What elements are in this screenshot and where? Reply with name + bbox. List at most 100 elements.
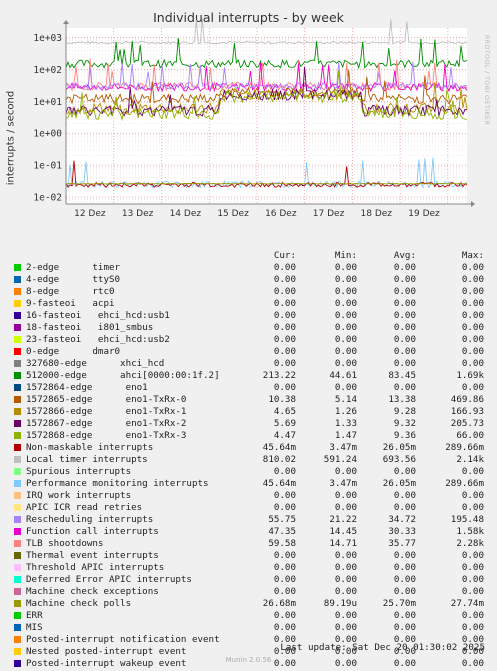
legend-header-cur: Cur: xyxy=(273,250,296,261)
legend-cur-value: 0.00 xyxy=(273,490,296,501)
legend-cur-value: 0.00 xyxy=(273,274,296,285)
legend-series-name: 4-edge ttyS0 xyxy=(26,274,121,285)
legend-avg-value: 693.56 xyxy=(382,454,416,465)
legend-row: Machine check exceptions 0.00 0.00 0.00 0.00 xyxy=(0,586,497,598)
legend-max-value: 0.00 xyxy=(461,610,484,621)
legend-series-name: 16-fasteoi ehci_hcd:usb1 xyxy=(26,310,170,321)
legend-swatch xyxy=(14,420,21,427)
legend-swatch xyxy=(14,444,21,451)
legend-row: TLB shootdowns 59.58 14.71 35.77 2.28k xyxy=(0,538,497,550)
legend-max-value: 0.00 xyxy=(461,310,484,321)
legend-max-value: 289.66m xyxy=(445,478,484,489)
y-tick-label: 1e+01 xyxy=(33,97,62,108)
legend-row: Thermal event interrupts 0.00 0.00 0.00 0.00 xyxy=(0,550,497,562)
legend-max-value: 2.14k xyxy=(456,454,484,465)
legend-avg-value: 26.05m xyxy=(382,478,416,489)
legend-cur-value: 59.58 xyxy=(268,538,296,549)
legend-cur-value: 0.00 xyxy=(273,322,296,333)
legend-avg-value: 30.33 xyxy=(388,526,416,537)
y-tick-label: 1e+02 xyxy=(33,65,62,76)
x-tick-label: 15 Dez xyxy=(217,209,249,219)
legend-series-name: Posted-interrupt notification event xyxy=(26,634,220,645)
legend-avg-value: 0.00 xyxy=(393,610,416,621)
legend-swatch xyxy=(14,540,21,547)
legend-series-name: 1572868-edge eno1-TxRx-3 xyxy=(26,430,187,441)
legend-avg-value: 0.00 xyxy=(393,262,416,273)
legend-series-name: Machine check polls xyxy=(26,598,132,609)
legend-swatch xyxy=(14,456,21,463)
legend-row: 327680-edge xhci_hcd 0.00 0.00 0.00 0.00 xyxy=(0,358,497,370)
legend-swatch xyxy=(14,324,21,331)
legend-avg-value: 0.00 xyxy=(393,334,416,345)
legend-max-value: 0.00 xyxy=(461,274,484,285)
legend-series-name: 23-fasteoi ehci_hcd:usb2 xyxy=(26,334,170,345)
legend-series-name: Local timer interrupts xyxy=(26,454,148,465)
legend-row: IRQ work interrupts 0.00 0.00 0.00 0.00 xyxy=(0,490,497,502)
legend-series-name: ERR xyxy=(26,610,43,621)
legend-avg-value: 0.00 xyxy=(393,502,416,513)
legend-avg-value: 0.00 xyxy=(393,490,416,501)
legend-cur-value: 810.02 xyxy=(262,454,296,465)
legend-cur-value: 0.00 xyxy=(273,586,296,597)
legend-avg-value: 0.00 xyxy=(393,322,416,333)
legend-max-value: 0.00 xyxy=(461,490,484,501)
last-update: Last update: Sat Dec 20 01:30:02 2025 xyxy=(280,642,485,653)
legend-avg-value: 0.00 xyxy=(393,346,416,357)
legend-avg-value: 9.32 xyxy=(393,418,416,429)
legend-series-name: 0-edge dmar0 xyxy=(26,346,121,357)
legend-avg-value: 9.28 xyxy=(393,406,416,417)
legend-avg-value: 0.00 xyxy=(393,310,416,321)
legend-series-name: APIC ICR read retries xyxy=(26,502,143,513)
legend-swatch xyxy=(14,492,21,499)
y-axis-arrow xyxy=(63,20,69,24)
legend-swatch xyxy=(14,480,21,487)
legend-max-value: 0.00 xyxy=(461,286,484,297)
legend-avg-value: 35.77 xyxy=(388,538,416,549)
legend-avg-value: 0.00 xyxy=(393,298,416,309)
legend-swatch xyxy=(14,300,21,307)
legend-max-value: 0.00 xyxy=(461,322,484,333)
legend-swatch xyxy=(14,336,21,343)
legend-max-value: 0.00 xyxy=(461,358,484,369)
legend-row: Threshold APIC interrupts 0.00 0.00 0.00 0.0… xyxy=(0,562,497,574)
x-tick-label: 19 Dez xyxy=(408,209,440,219)
legend-max-value: 166.93 xyxy=(450,406,484,417)
legend-cur-value: 0.00 xyxy=(273,382,296,393)
legend-max-value: 469.86 xyxy=(450,394,484,405)
x-axis-arrow xyxy=(471,201,475,207)
legend-swatch xyxy=(14,624,21,631)
legend-row: MIS 0.00 0.00 0.00 0.00 xyxy=(0,622,497,634)
legend-swatch xyxy=(14,576,21,583)
legend-series-name: 1572865-edge eno1-TxRx-0 xyxy=(26,394,187,405)
legend-row: 16-fasteoi ehci_hcd:usb1 0.00 0.00 0.00 0.00 xyxy=(0,310,497,322)
legend-cur-value: 0.00 xyxy=(273,298,296,309)
legend-series-name: 1572864-edge eno1 xyxy=(26,382,148,393)
legend-cur-value: 4.65 xyxy=(273,406,296,417)
x-tick-label: 18 Dez xyxy=(361,209,393,219)
legend-swatch xyxy=(14,276,21,283)
legend-series-name: 18-fasteoi i801_smbus xyxy=(26,322,154,333)
legend-row: 1572864-edge eno1 0.00 0.00 0.00 0.00 xyxy=(0,382,497,394)
legend-cur-value: 55.75 xyxy=(268,514,296,525)
legend-row: Non-maskable interrupts 45.64m 3.47m 26.05m… xyxy=(0,442,497,454)
legend-series-name: Threshold APIC interrupts xyxy=(26,562,165,573)
legend-cur-value: 0.00 xyxy=(273,502,296,513)
legend-cur-value: 0.00 xyxy=(273,262,296,273)
legend-cur-value: 0.00 xyxy=(273,550,296,561)
legend-swatch xyxy=(14,384,21,391)
legend-swatch xyxy=(14,360,21,367)
legend-avg-value: 83.45 xyxy=(388,370,416,381)
legend-row: 23-fasteoi ehci_hcd:usb2 0.00 0.00 0.00 0.00 xyxy=(0,334,497,346)
legend-avg-value: 9.36 xyxy=(393,430,416,441)
legend-cur-value: 0.00 xyxy=(273,562,296,573)
legend-cur-value: 0.00 xyxy=(273,334,296,345)
legend-row: APIC ICR read retries 0.00 0.00 0.00 0.00 xyxy=(0,502,497,514)
legend-max-value: 0.00 xyxy=(461,586,484,597)
legend-max-value: 0.00 xyxy=(461,466,484,477)
legend-max-value: 0.00 xyxy=(461,550,484,561)
legend-row: 8-edge rtc0 0.00 0.00 0.00 0.00 xyxy=(0,286,497,298)
legend-swatch xyxy=(14,600,21,607)
legend-cur-value: 0.00 xyxy=(273,622,296,633)
x-tick-label: 17 Dez xyxy=(313,209,345,219)
legend-swatch xyxy=(14,648,21,655)
